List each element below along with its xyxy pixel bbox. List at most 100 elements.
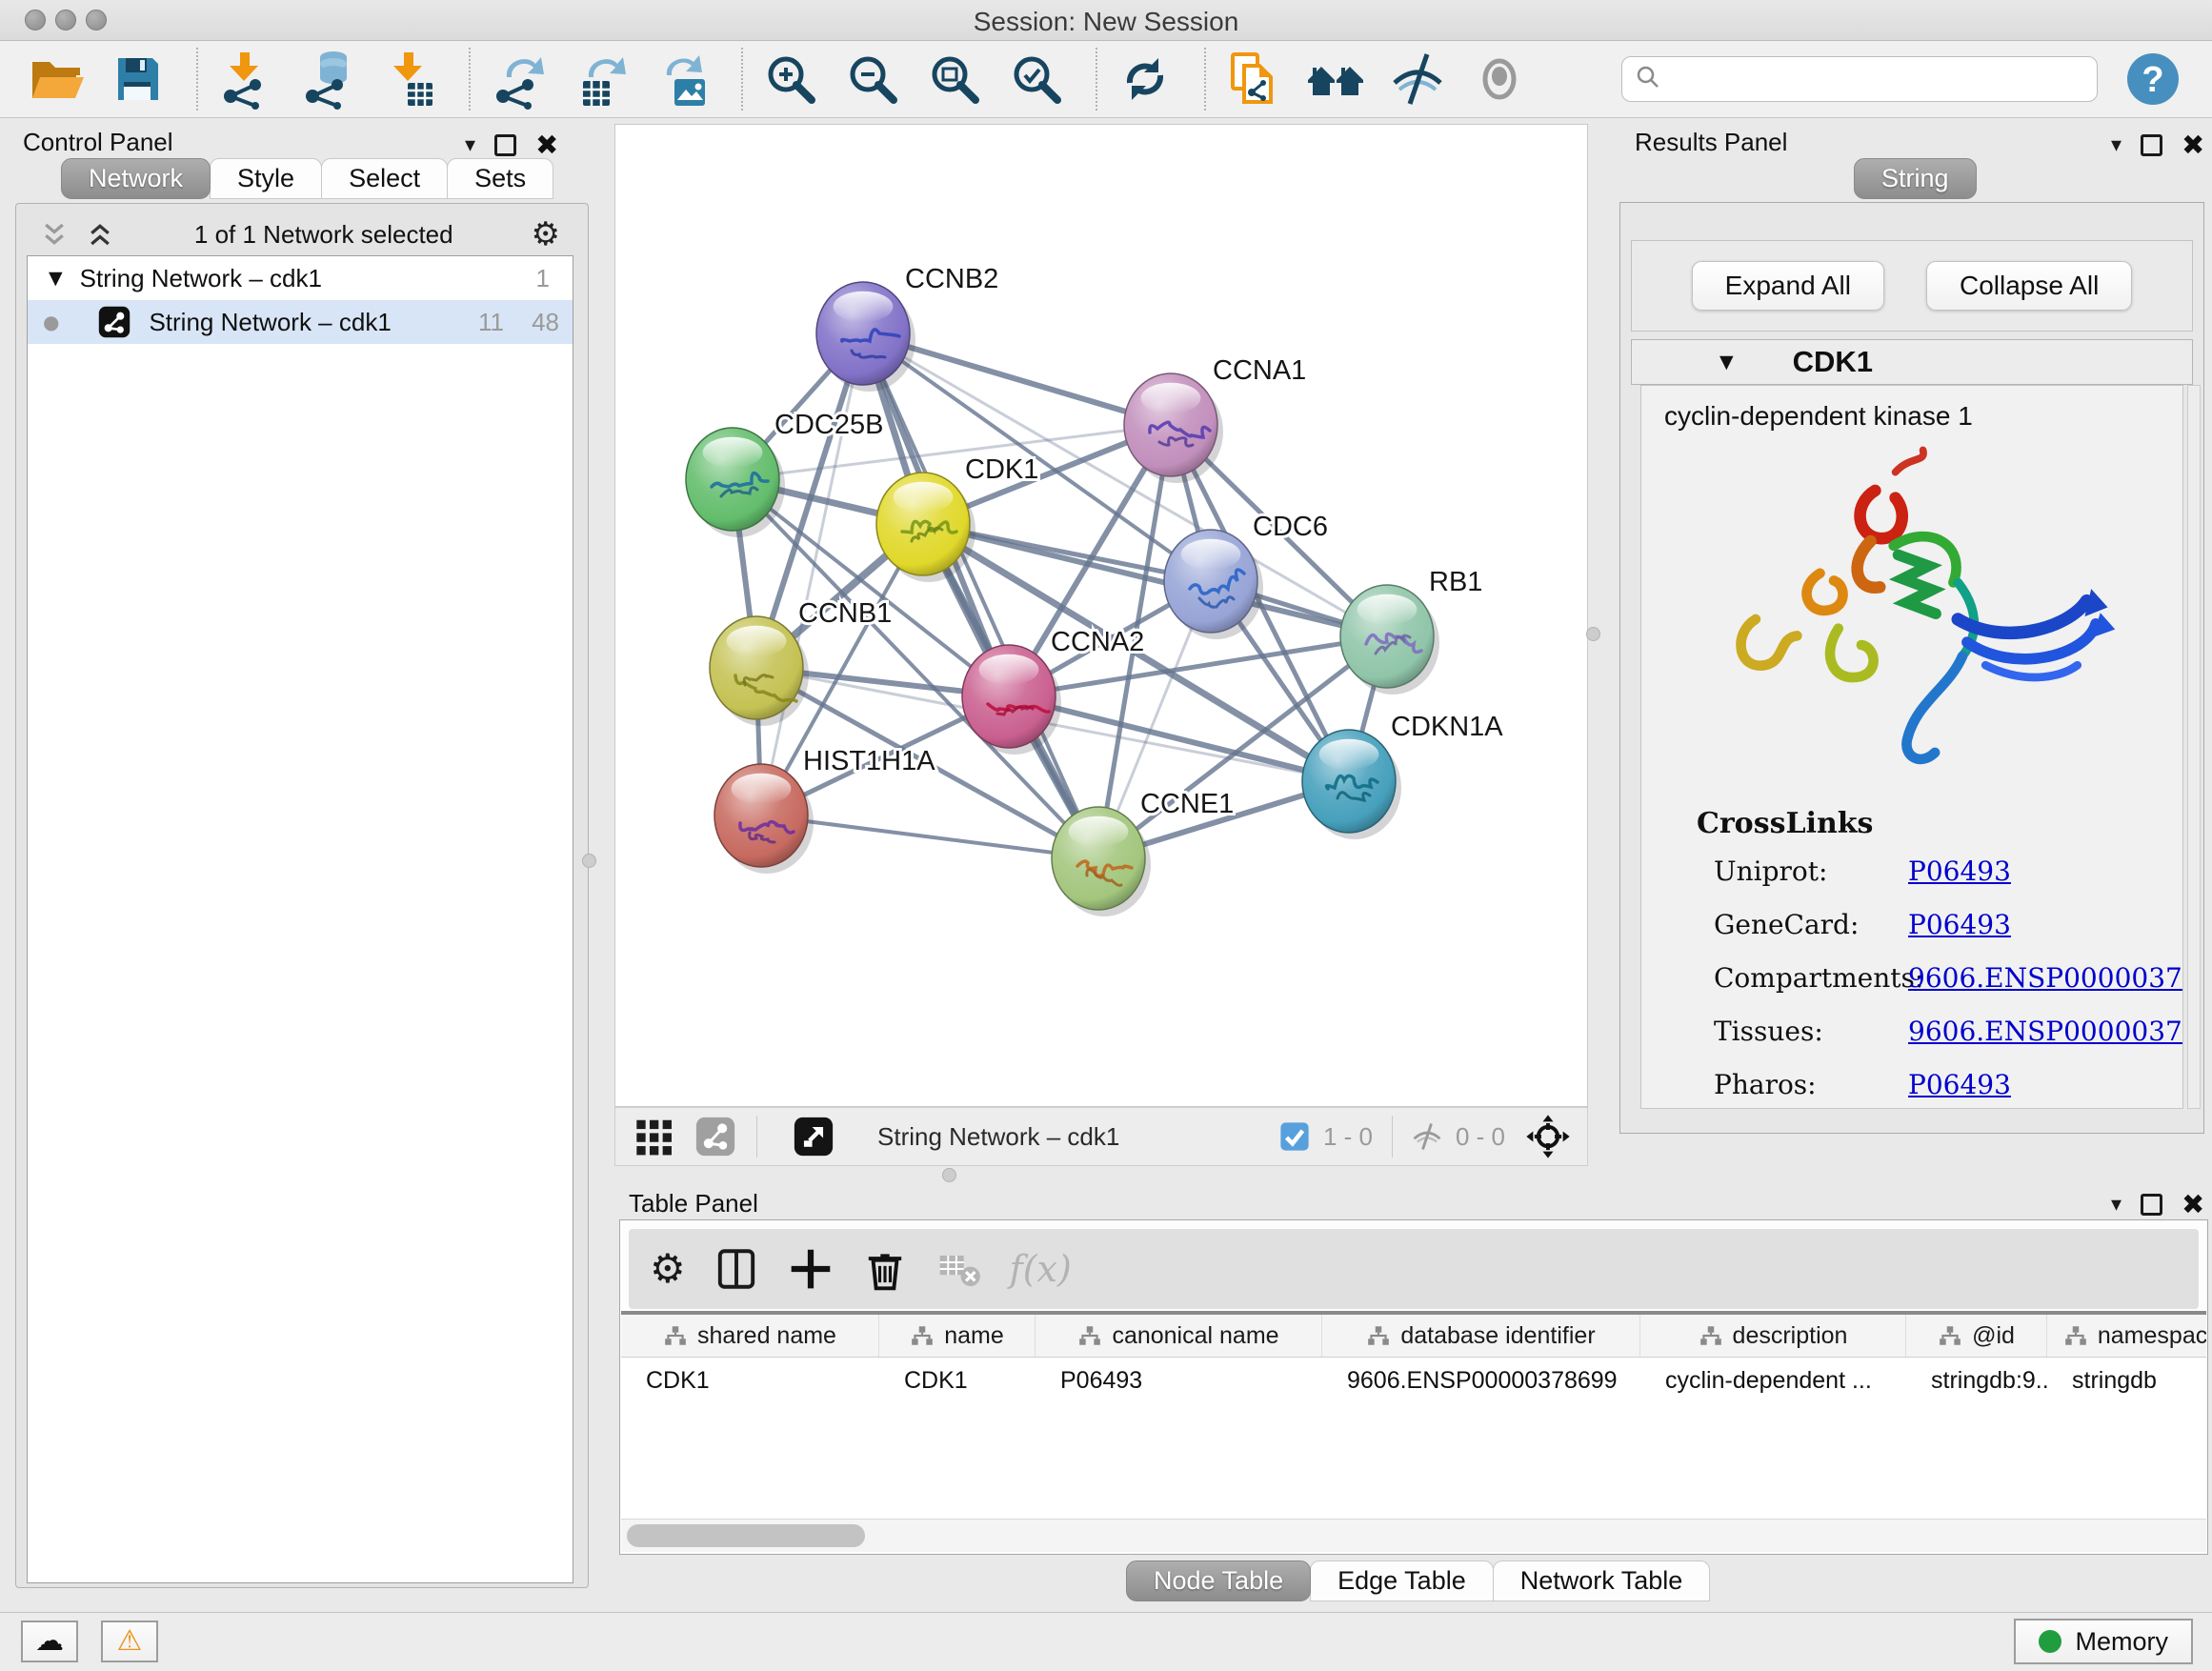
toolbar-separator bbox=[469, 48, 471, 111]
zoom-selected-button[interactable] bbox=[1006, 49, 1067, 110]
edge-ccnb2-ccne1[interactable] bbox=[863, 333, 1098, 858]
hide-selected-button[interactable] bbox=[1387, 49, 1448, 110]
network-collection-count: 1 bbox=[536, 264, 550, 293]
column-header-namespace[interactable]: namespace bbox=[2047, 1315, 2206, 1357]
network-node-hist1h1a[interactable] bbox=[714, 764, 814, 874]
zoom-fit-button[interactable] bbox=[924, 49, 985, 110]
help-button[interactable]: ? bbox=[2122, 49, 2183, 110]
network-node-rb1[interactable] bbox=[1340, 585, 1439, 695]
results-tab-string[interactable]: String bbox=[1854, 158, 1977, 199]
export-network-button[interactable] bbox=[488, 49, 549, 110]
network-node-cdkn1a[interactable] bbox=[1302, 730, 1401, 839]
control-panel-float-icon[interactable] bbox=[494, 134, 516, 156]
selected-checkbox-icon[interactable] bbox=[1277, 1119, 1312, 1154]
results-panel-close-icon[interactable]: ✖ bbox=[2182, 131, 2204, 159]
column-header-database-identifier[interactable]: database identifier bbox=[1322, 1315, 1640, 1357]
tab-sets[interactable]: Sets bbox=[447, 158, 553, 199]
column-header-canonical-name[interactable]: canonical name bbox=[1036, 1315, 1322, 1357]
crosslink-value-link[interactable]: 9606.ENSP00000378699 bbox=[1908, 962, 2183, 994]
import-network-from-database-button[interactable] bbox=[297, 49, 358, 110]
table-panel-close-icon[interactable]: ✖ bbox=[2182, 1191, 2204, 1218]
network-node-ccne1[interactable] bbox=[1052, 807, 1151, 916]
tab-select[interactable]: Select bbox=[321, 158, 448, 199]
tree-expand-icon[interactable]: ▼ bbox=[49, 268, 63, 289]
cloud-status-button[interactable]: ☁ bbox=[21, 1621, 78, 1662]
network-row-label: String Network – cdk1 bbox=[149, 308, 391, 337]
copy-network-button[interactable] bbox=[1223, 49, 1284, 110]
edge-ccnb2-hist1h1a[interactable] bbox=[761, 333, 863, 815]
add-column-icon[interactable] bbox=[787, 1245, 835, 1293]
network-node-ccnb2[interactable] bbox=[816, 282, 915, 392]
results-panel-float-icon[interactable] bbox=[2141, 134, 2162, 156]
network-node-ccna1[interactable] bbox=[1124, 373, 1223, 483]
result-entry-header[interactable]: ▼ CDK1 bbox=[1631, 339, 2193, 385]
zoom-out-button[interactable] bbox=[842, 49, 903, 110]
tab-node-table[interactable]: Node Table bbox=[1126, 1560, 1311, 1601]
network-view-canvas[interactable]: CCNB2CCNA1CDC25BCDK1CDC6RB1CCNB1CCNA2CDK… bbox=[614, 124, 1588, 1107]
column-header-name[interactable]: name bbox=[879, 1315, 1036, 1357]
network-badge-icon[interactable] bbox=[694, 1115, 737, 1158]
hidden-eye-slash-icon[interactable] bbox=[1410, 1119, 1444, 1154]
column-header-shared-name[interactable]: shared name bbox=[621, 1315, 879, 1357]
crosslink-value-link[interactable]: 9606.ENSP00000378699 bbox=[1908, 1016, 2183, 1047]
grid-view-icon[interactable] bbox=[633, 1115, 676, 1158]
zoom-in-button[interactable] bbox=[760, 49, 821, 110]
horizontal-splitter-handle[interactable] bbox=[942, 1168, 956, 1182]
results-panel-collapse-icon[interactable]: ▾ bbox=[2111, 133, 2122, 157]
collapse-all-networks-icon[interactable] bbox=[38, 220, 70, 249]
table-panel-collapse-icon[interactable]: ▾ bbox=[2111, 1193, 2122, 1217]
svg-text:?: ? bbox=[2142, 60, 2163, 100]
open-session-button[interactable] bbox=[25, 49, 86, 110]
network-options-gear-icon[interactable]: ⚙ bbox=[532, 215, 560, 253]
table-panel-float-icon[interactable] bbox=[2141, 1194, 2162, 1216]
crosslink-value-link[interactable]: P06493 bbox=[1908, 856, 2011, 887]
crosslink-label: Compartments: bbox=[1714, 962, 1908, 994]
network-node-cdc25b[interactable] bbox=[686, 428, 785, 537]
show-columns-icon[interactable] bbox=[713, 1245, 760, 1293]
column-header-description[interactable]: description bbox=[1640, 1315, 1906, 1357]
expand-all-button[interactable]: Expand All bbox=[1692, 261, 1884, 311]
show-all-button[interactable] bbox=[1469, 49, 1530, 110]
first-neighbors-button[interactable] bbox=[1305, 49, 1366, 110]
export-table-button[interactable] bbox=[570, 49, 631, 110]
tab-network-table[interactable]: Network Table bbox=[1493, 1560, 1711, 1601]
column-header-id[interactable]: @id bbox=[1906, 1315, 2047, 1357]
tab-network[interactable]: Network bbox=[61, 158, 211, 199]
refresh-view-button[interactable] bbox=[1115, 49, 1176, 110]
left-splitter-handle[interactable] bbox=[582, 854, 596, 868]
network-node-cdk1[interactable] bbox=[876, 473, 975, 582]
control-panel-close-icon[interactable]: ✖ bbox=[535, 131, 558, 159]
table-panel-title: Table Panel bbox=[629, 1189, 758, 1218]
node-label-cdc6: CDC6 bbox=[1253, 512, 1328, 542]
collapse-all-button[interactable]: Collapse All bbox=[1926, 261, 2132, 311]
scrollbar-thumb[interactable] bbox=[627, 1524, 865, 1547]
memory-button[interactable]: Memory bbox=[2014, 1619, 2193, 1664]
tab-style[interactable]: Style bbox=[210, 158, 322, 199]
table-row[interactable]: CDK1CDK1P064939606.ENSP00000378699cyclin… bbox=[621, 1358, 2206, 1401]
network-collection-row[interactable]: ▼ String Network – cdk1 1 bbox=[28, 256, 573, 300]
right-splitter-handle[interactable] bbox=[1586, 627, 1600, 641]
node-label-ccna1: CCNA1 bbox=[1213, 355, 1306, 386]
results-scrollbar[interactable] bbox=[2187, 385, 2201, 1109]
control-panel-collapse-icon[interactable]: ▾ bbox=[465, 133, 475, 157]
tab-edge-table[interactable]: Edge Table bbox=[1310, 1560, 1494, 1601]
crosslink-value-link[interactable]: P06493 bbox=[1908, 909, 2011, 940]
warnings-button[interactable]: ⚠ bbox=[101, 1621, 158, 1662]
save-session-button[interactable] bbox=[107, 49, 168, 110]
network-view-title: String Network – cdk1 bbox=[877, 1122, 1119, 1152]
table-horizontal-scrollbar[interactable] bbox=[621, 1519, 2206, 1552]
entry-collapse-icon[interactable]: ▼ bbox=[1719, 352, 1734, 372]
table-options-gear-icon[interactable]: ⚙ bbox=[650, 1249, 686, 1289]
network-node-cdc6[interactable] bbox=[1164, 530, 1263, 639]
import-table-from-file-button[interactable] bbox=[379, 49, 440, 110]
import-network-from-file-button[interactable] bbox=[215, 49, 276, 110]
network-node-ccna2[interactable] bbox=[962, 645, 1061, 755]
delete-column-icon[interactable] bbox=[861, 1245, 909, 1293]
crosslink-value-link[interactable]: P06493 bbox=[1908, 1069, 2011, 1100]
birdseye-view-icon[interactable] bbox=[792, 1115, 835, 1158]
search-input[interactable] bbox=[1670, 64, 2085, 95]
expand-all-networks-icon[interactable] bbox=[84, 220, 116, 249]
fit-selected-crosshair-icon[interactable] bbox=[1524, 1113, 1572, 1160]
network-row-selected[interactable]: ● String Network – cdk1 11 48 bbox=[28, 300, 573, 344]
export-image-button[interactable] bbox=[652, 49, 713, 110]
